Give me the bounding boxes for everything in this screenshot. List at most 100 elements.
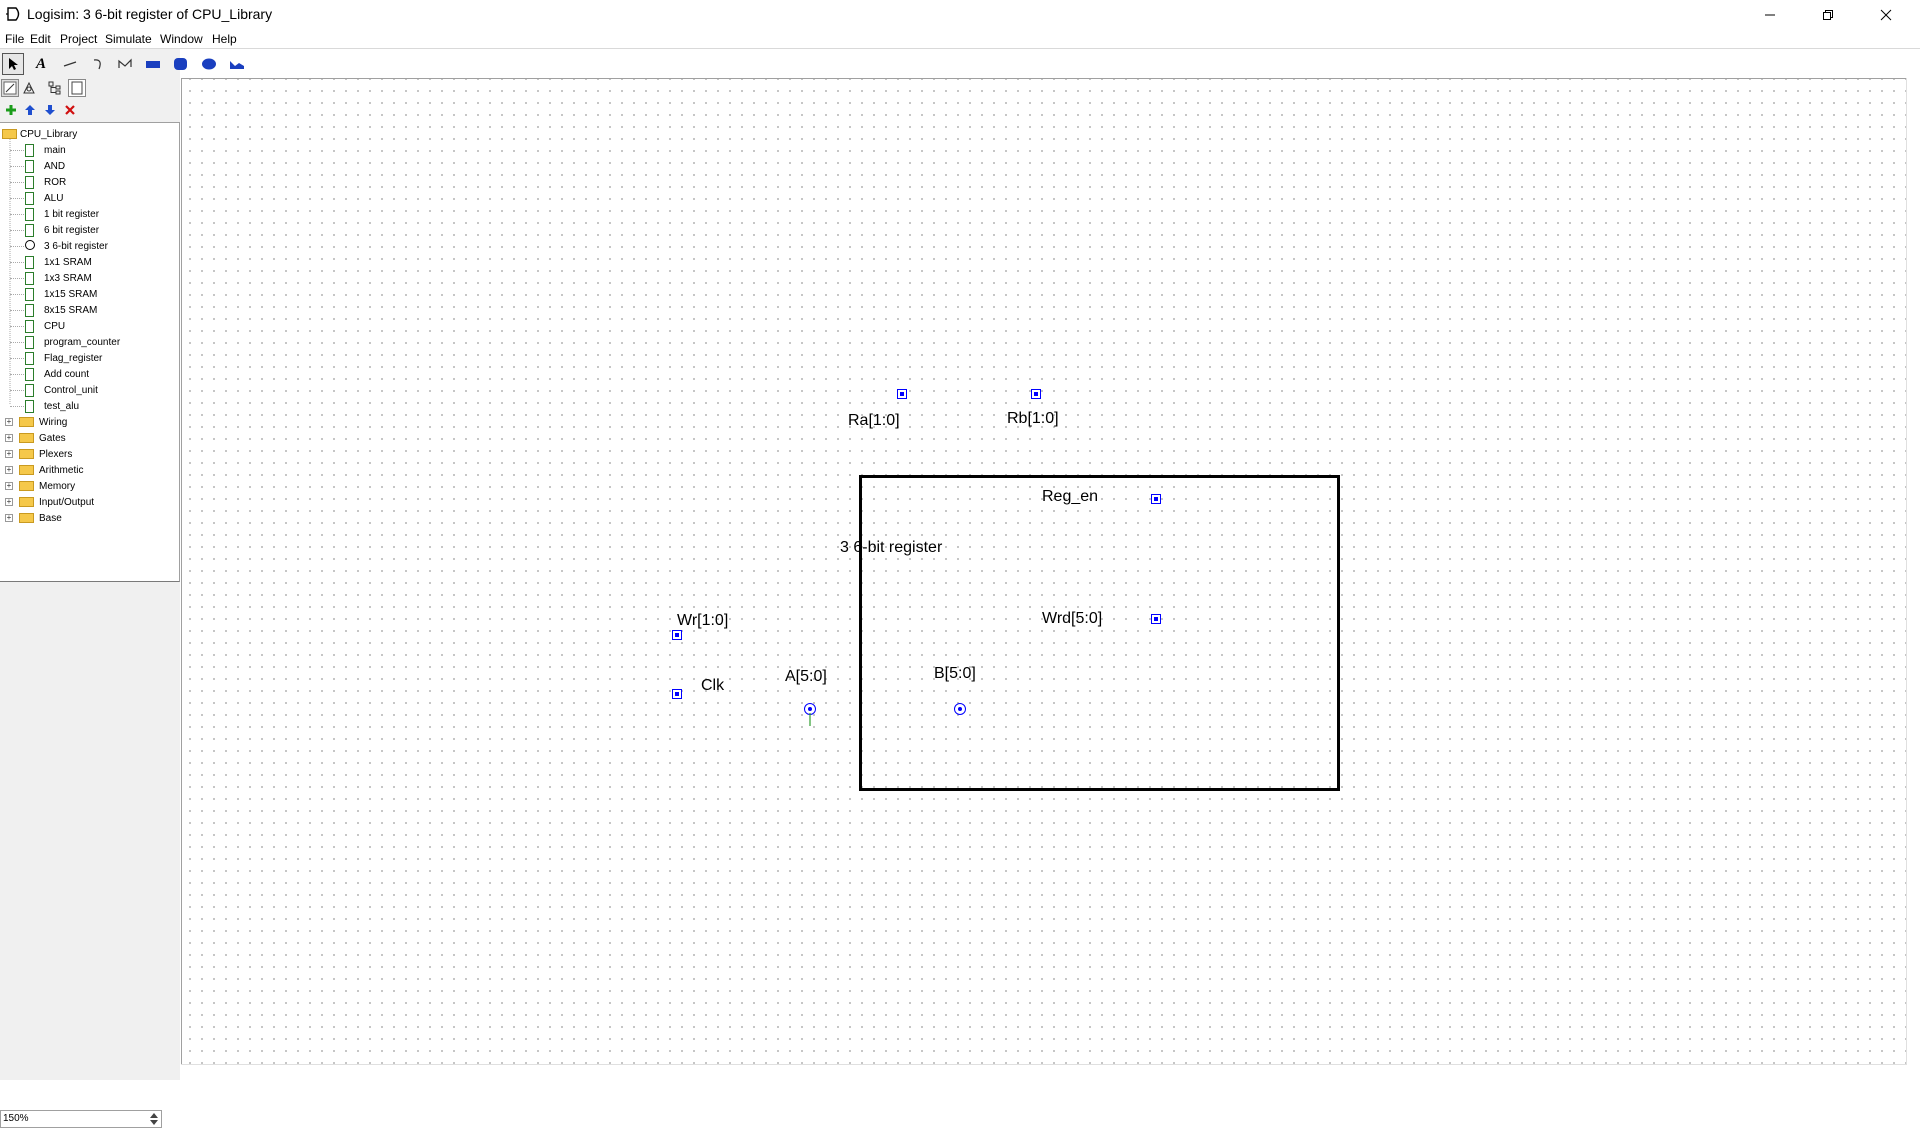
tree-circuit-label: 1x1 SRAM [44, 257, 92, 268]
zoom-input[interactable]: 150% [0, 1110, 162, 1128]
folder-icon [19, 513, 34, 523]
tree-circuit-label: 3 6-bit register [44, 241, 108, 252]
port-clk[interactable] [672, 689, 682, 699]
pin-label-b: B[5:0] [934, 665, 976, 682]
magnifier-circuit-icon [25, 240, 35, 250]
tree-connector [10, 182, 24, 183]
line-tool[interactable] [59, 53, 81, 75]
menu-window[interactable]: Window [160, 32, 203, 46]
text-tool-icon: A [35, 55, 46, 72]
folder-icon [19, 417, 34, 427]
edit-layout-button[interactable] [1, 79, 19, 97]
circuit-icon [25, 224, 34, 237]
project-name: CPU_Library [20, 129, 78, 140]
pin-label-clk: Clk [701, 677, 725, 694]
tree-library-label: Plexers [39, 449, 73, 460]
polyline-tool[interactable] [114, 53, 136, 75]
expand-plus-icon[interactable]: + [5, 482, 13, 490]
move-up-button[interactable] [19, 99, 41, 121]
port-wrd[interactable] [1151, 614, 1161, 624]
menu-bar: File Edit Project Simulate Window Help [0, 30, 1920, 48]
tree-connector [10, 214, 24, 215]
rounded-rectangle-tool[interactable] [170, 53, 192, 75]
tree-circuit-label: AND [44, 161, 66, 172]
vertical-scrollbar[interactable] [1906, 78, 1920, 1065]
port-b[interactable] [954, 703, 966, 715]
expand-plus-icon[interactable]: + [5, 514, 13, 522]
tree-circuit-label: main [44, 145, 66, 156]
text-tool[interactable]: A [30, 53, 52, 75]
tree-library-label: Memory [39, 481, 76, 492]
minimize-button[interactable] [1741, 0, 1799, 30]
port-reg-en[interactable] [1151, 494, 1161, 504]
curve-tool[interactable] [87, 53, 109, 75]
menu-help[interactable]: Help [212, 32, 237, 46]
edit-appearance-button[interactable] [20, 79, 38, 97]
close-button[interactable] [1857, 0, 1915, 30]
circuit-icon [25, 256, 34, 269]
menu-file[interactable]: File [5, 32, 24, 46]
restore-button[interactable] [1799, 0, 1857, 30]
window-title: Logisim: 3 6-bit register of CPU_Library [27, 6, 273, 22]
menu-simulate[interactable]: Simulate [105, 32, 152, 46]
circuit-icon [25, 352, 34, 365]
menu-edit[interactable]: Edit [30, 32, 51, 46]
horizontal-scrollbar[interactable] [181, 1064, 1906, 1081]
appearance-icon [23, 81, 35, 94]
select-tool[interactable] [2, 53, 24, 75]
delete-circuit-button[interactable] [59, 99, 81, 121]
port-ra[interactable] [897, 389, 907, 399]
arrow-up-icon [25, 105, 35, 115]
circuit-canvas[interactable]: Ra[1:0] Rb[1:0] Reg_en 3 6-bit register … [181, 78, 1920, 1066]
tree-circuit-label: Add count [44, 369, 90, 380]
drawing-toolbar: A [0, 53, 260, 75]
folder-icon [19, 497, 34, 507]
tree-circuit-label: 6 bit register [44, 225, 100, 236]
arrow-pointer-icon [9, 58, 18, 70]
oval-tool[interactable] [198, 53, 220, 75]
simulation-view-button[interactable] [68, 79, 86, 97]
circuit-icon [25, 160, 34, 173]
tree-circuit-label: program_counter [44, 337, 121, 348]
move-down-button[interactable] [39, 99, 61, 121]
expand-plus-icon[interactable]: + [5, 434, 13, 442]
folder-icon [19, 465, 34, 475]
minimize-icon [1765, 14, 1775, 16]
rounded-rectangle-icon [174, 58, 187, 70]
polyline-icon [118, 58, 132, 68]
tree-circuit-label: ALU [44, 193, 64, 204]
pin-label-reg-en: Reg_en [1042, 488, 1099, 505]
tree-library-label: Wiring [39, 417, 68, 428]
circuit-icon [25, 288, 34, 301]
line-icon [63, 61, 77, 67]
folder-icon [19, 433, 34, 443]
port-wr[interactable] [672, 630, 682, 640]
port-rb[interactable] [1031, 389, 1041, 399]
menu-divider [0, 48, 1920, 49]
expand-plus-icon[interactable]: + [5, 450, 13, 458]
tree-connector [10, 310, 24, 311]
folder-open-icon [2, 129, 17, 139]
tree-circuit-label: 8x15 SRAM [44, 305, 98, 316]
expand-plus-icon[interactable]: + [5, 498, 13, 506]
tree-connector [10, 150, 24, 151]
menu-project[interactable]: Project [60, 32, 97, 46]
zoom-spinner-icon[interactable] [148, 1111, 160, 1127]
polygon-tool[interactable] [226, 53, 248, 75]
pin-label-wrd: Wrd[5:0] [1042, 610, 1103, 627]
tree-connector [10, 230, 24, 231]
expand-plus-icon[interactable]: + [5, 418, 13, 426]
component-appearance-box[interactable] [859, 475, 1340, 791]
tree-connector [10, 326, 24, 327]
circuit-icon [25, 368, 34, 381]
circuit-icon [25, 320, 34, 333]
circuit-icon [25, 144, 34, 157]
tree-connector [10, 198, 24, 199]
expand-plus-icon[interactable]: + [5, 466, 13, 474]
rectangle-tool[interactable] [142, 53, 164, 75]
tree-connector [10, 406, 24, 407]
tree-circuit-label: 1x3 SRAM [44, 273, 92, 284]
tree-circuit-label: CPU [44, 321, 66, 332]
toolbox-view-button[interactable] [46, 79, 64, 97]
component-title: 3 6-bit register [840, 539, 943, 556]
